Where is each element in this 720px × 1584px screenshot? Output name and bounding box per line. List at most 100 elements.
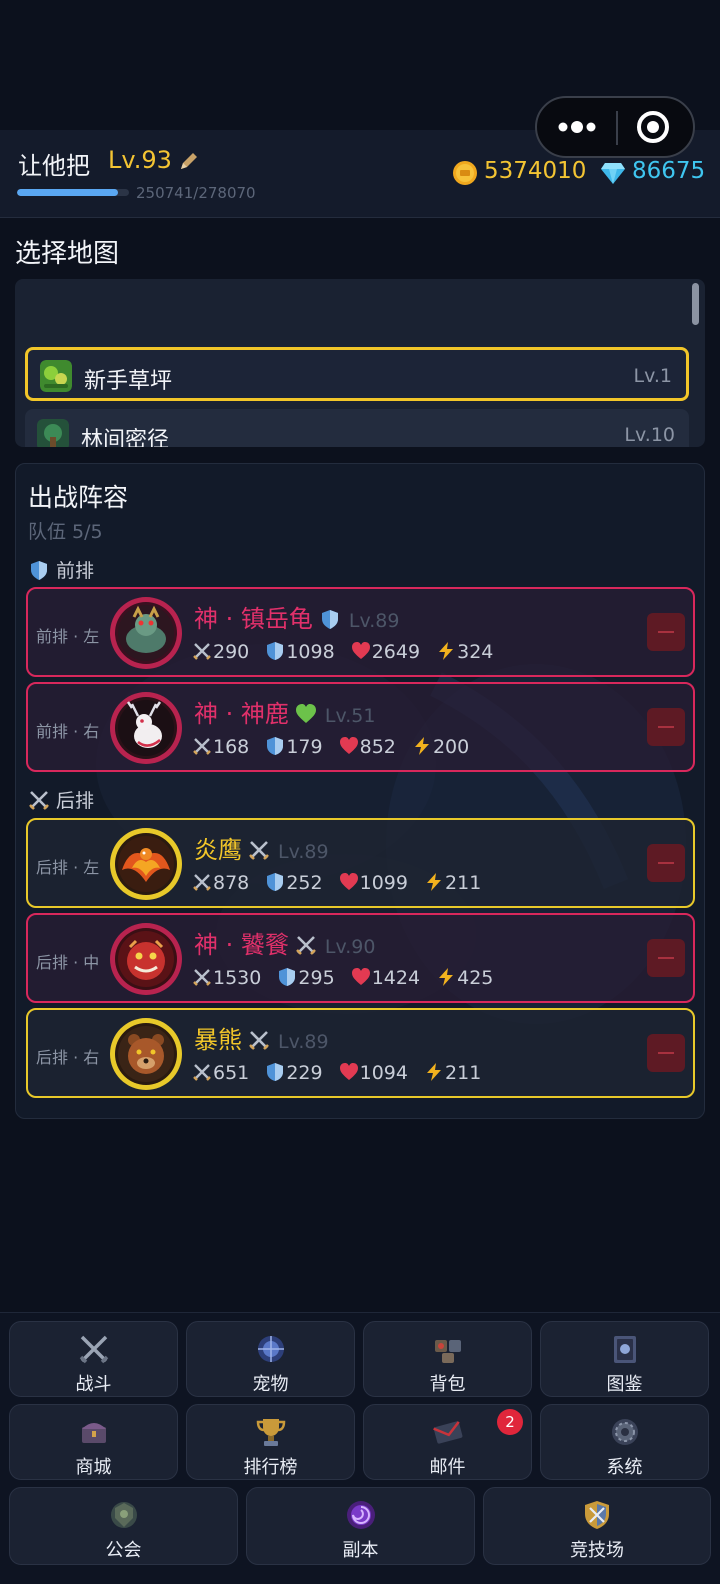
nav-ranking-button[interactable]: 排行榜 xyxy=(186,1404,355,1480)
pet-card[interactable]: 后排 · 左 炎鹰 Lv.89 878 252 1099 211 xyxy=(26,818,695,908)
pet-name: 暴熊 xyxy=(194,1026,242,1054)
nav-label: 系统 xyxy=(606,1457,643,1478)
pet-card[interactable]: 前排 · 左 神 · 镇岳龟 Lv.89 290 1098 2649 324 xyxy=(26,587,695,677)
codex-book-icon xyxy=(613,1336,636,1363)
defense-stat: 295 xyxy=(277,967,335,989)
swords-icon xyxy=(193,738,211,755)
pet-level: Lv.89 xyxy=(278,1031,329,1053)
nav-codex-button[interactable]: 图鉴 xyxy=(540,1321,709,1397)
defense-stat: 1098 xyxy=(265,641,335,663)
swords-icon xyxy=(249,1031,269,1050)
pet-level: Lv.90 xyxy=(324,936,376,958)
nav-shop-button[interactable]: 商城 xyxy=(9,1404,178,1480)
map-item[interactable]: 林间密径 Lv.10 xyxy=(25,409,689,447)
diamond-icon xyxy=(601,163,625,184)
backpack-icon xyxy=(434,1340,461,1363)
nav-label: 副本 xyxy=(342,1540,379,1561)
speed-stat: 200 xyxy=(412,736,469,758)
shield-icon xyxy=(267,873,284,891)
nav-pets-button[interactable]: 宠物 xyxy=(186,1321,355,1397)
pet-name-row: 神 · 饕餮 Lv.90 xyxy=(194,925,375,960)
slot-label: 前排 · 右 xyxy=(36,722,100,741)
heart-icon xyxy=(351,642,370,659)
map-item-selected[interactable]: 新手草坪 Lv.1 xyxy=(25,347,689,401)
nav-battle-button[interactable]: 战斗 xyxy=(9,1321,178,1397)
taotie-avatar-icon xyxy=(110,923,182,995)
pet-level: Lv.89 xyxy=(278,841,329,863)
attack-stat: 651 xyxy=(192,1062,249,1084)
nav-label: 邮件 xyxy=(429,1457,466,1478)
xp-bar-fill xyxy=(17,189,118,196)
edit-pencil-icon[interactable] xyxy=(178,150,200,172)
front-row-text: 前排 xyxy=(56,560,95,582)
heart-icon xyxy=(295,704,316,723)
close-miniprogram-icon[interactable] xyxy=(619,98,695,156)
pet-stats: 168 179 852 200 xyxy=(192,736,479,758)
nav-bag-button[interactable]: 背包 xyxy=(363,1321,532,1397)
remove-pet-button[interactable] xyxy=(647,613,685,651)
swords-icon xyxy=(29,791,49,810)
gem-amount: 86675 xyxy=(632,158,706,184)
hp-stat: 1099 xyxy=(339,872,408,894)
nav-guild-button[interactable]: 公会 xyxy=(9,1487,238,1565)
attack-stat: 168 xyxy=(192,736,249,758)
heart-icon xyxy=(339,737,358,754)
lightning-icon xyxy=(427,873,442,891)
swords-icon xyxy=(249,841,269,860)
pet-stats: 651 229 1094 211 xyxy=(192,1062,491,1084)
lightning-icon xyxy=(427,1063,442,1081)
pet-card[interactable]: 后排 · 中 神 · 饕餮 Lv.90 1530 295 1424 425 xyxy=(26,913,695,1003)
team-count: 队伍 5/5 xyxy=(28,521,103,543)
defense-stat: 179 xyxy=(265,736,323,758)
guild-crest-icon xyxy=(110,1502,137,1528)
defense-stat: 229 xyxy=(265,1062,323,1084)
pet-name: 神 · 神鹿 xyxy=(194,700,289,728)
bottom-navigation: 战斗 宠物 背包 图鉴 商城 排行榜 邮件 2 系统 公会 副本 竞技场 xyxy=(0,1312,720,1584)
nav-mail-button[interactable]: 邮件 2 xyxy=(363,1404,532,1480)
attack-stat: 290 xyxy=(192,641,249,663)
player-level: Lv.93 xyxy=(108,146,172,174)
heart-icon xyxy=(351,968,370,985)
nav-label: 战斗 xyxy=(75,1374,112,1395)
more-dots-icon[interactable] xyxy=(537,98,617,156)
grassland-map-icon xyxy=(40,360,72,392)
mail-unread-badge: 2 xyxy=(497,1409,523,1435)
pet-stats: 290 1098 2649 324 xyxy=(192,641,503,663)
pet-level: Lv.51 xyxy=(324,705,376,727)
swords-icon xyxy=(193,643,211,660)
speed-stat: 425 xyxy=(436,967,493,989)
shield-icon xyxy=(321,610,338,629)
slot-label: 后排 · 左 xyxy=(36,858,100,877)
lightning-icon xyxy=(439,642,454,660)
pet-name-row: 神 · 神鹿 Lv.51 xyxy=(194,694,375,729)
gold-coin-icon xyxy=(453,161,477,185)
remove-pet-button[interactable] xyxy=(647,1034,685,1072)
nav-system-button[interactable]: 系统 xyxy=(540,1404,709,1480)
pet-card[interactable]: 后排 · 右 暴熊 Lv.89 651 229 1094 211 xyxy=(26,1008,695,1098)
hp-stat: 852 xyxy=(339,736,396,758)
nav-arena-button[interactable]: 竞技场 xyxy=(483,1487,711,1565)
portal-vortex-icon xyxy=(346,1501,375,1529)
remove-pet-button[interactable] xyxy=(647,708,685,746)
map-list-scrollbar[interactable] xyxy=(692,283,699,325)
remove-pet-button[interactable] xyxy=(647,939,685,977)
nav-label: 宠物 xyxy=(252,1374,289,1395)
pet-card[interactable]: 前排 · 右 神 · 神鹿 Lv.51 168 179 852 200 xyxy=(26,682,695,772)
nav-dungeon-button[interactable]: 副本 xyxy=(246,1487,475,1565)
pet-name: 神 · 镇岳龟 xyxy=(194,605,313,633)
attack-stat: 878 xyxy=(192,872,249,894)
nav-label: 背包 xyxy=(429,1374,466,1395)
heart-icon xyxy=(339,1063,358,1080)
slot-label: 后排 · 中 xyxy=(36,953,100,972)
swords-icon xyxy=(295,936,316,955)
pet-name: 炎鹰 xyxy=(194,836,242,864)
speed-stat: 211 xyxy=(424,872,481,894)
remove-pet-button[interactable] xyxy=(647,844,685,882)
pet-name-row: 炎鹰 Lv.89 xyxy=(194,830,329,865)
nav-label: 公会 xyxy=(105,1540,142,1561)
map-list[interactable]: 新手草坪 Lv.1 林间密径 Lv.10 xyxy=(15,279,705,447)
bear-avatar-icon xyxy=(110,1018,182,1090)
mail-envelope-icon xyxy=(432,1421,462,1444)
lineup-panel: 出战阵容 队伍 5/5 前排 前排 · 左 神 · 镇岳龟 Lv.89 290 … xyxy=(15,463,705,1119)
lightning-icon xyxy=(414,737,429,755)
